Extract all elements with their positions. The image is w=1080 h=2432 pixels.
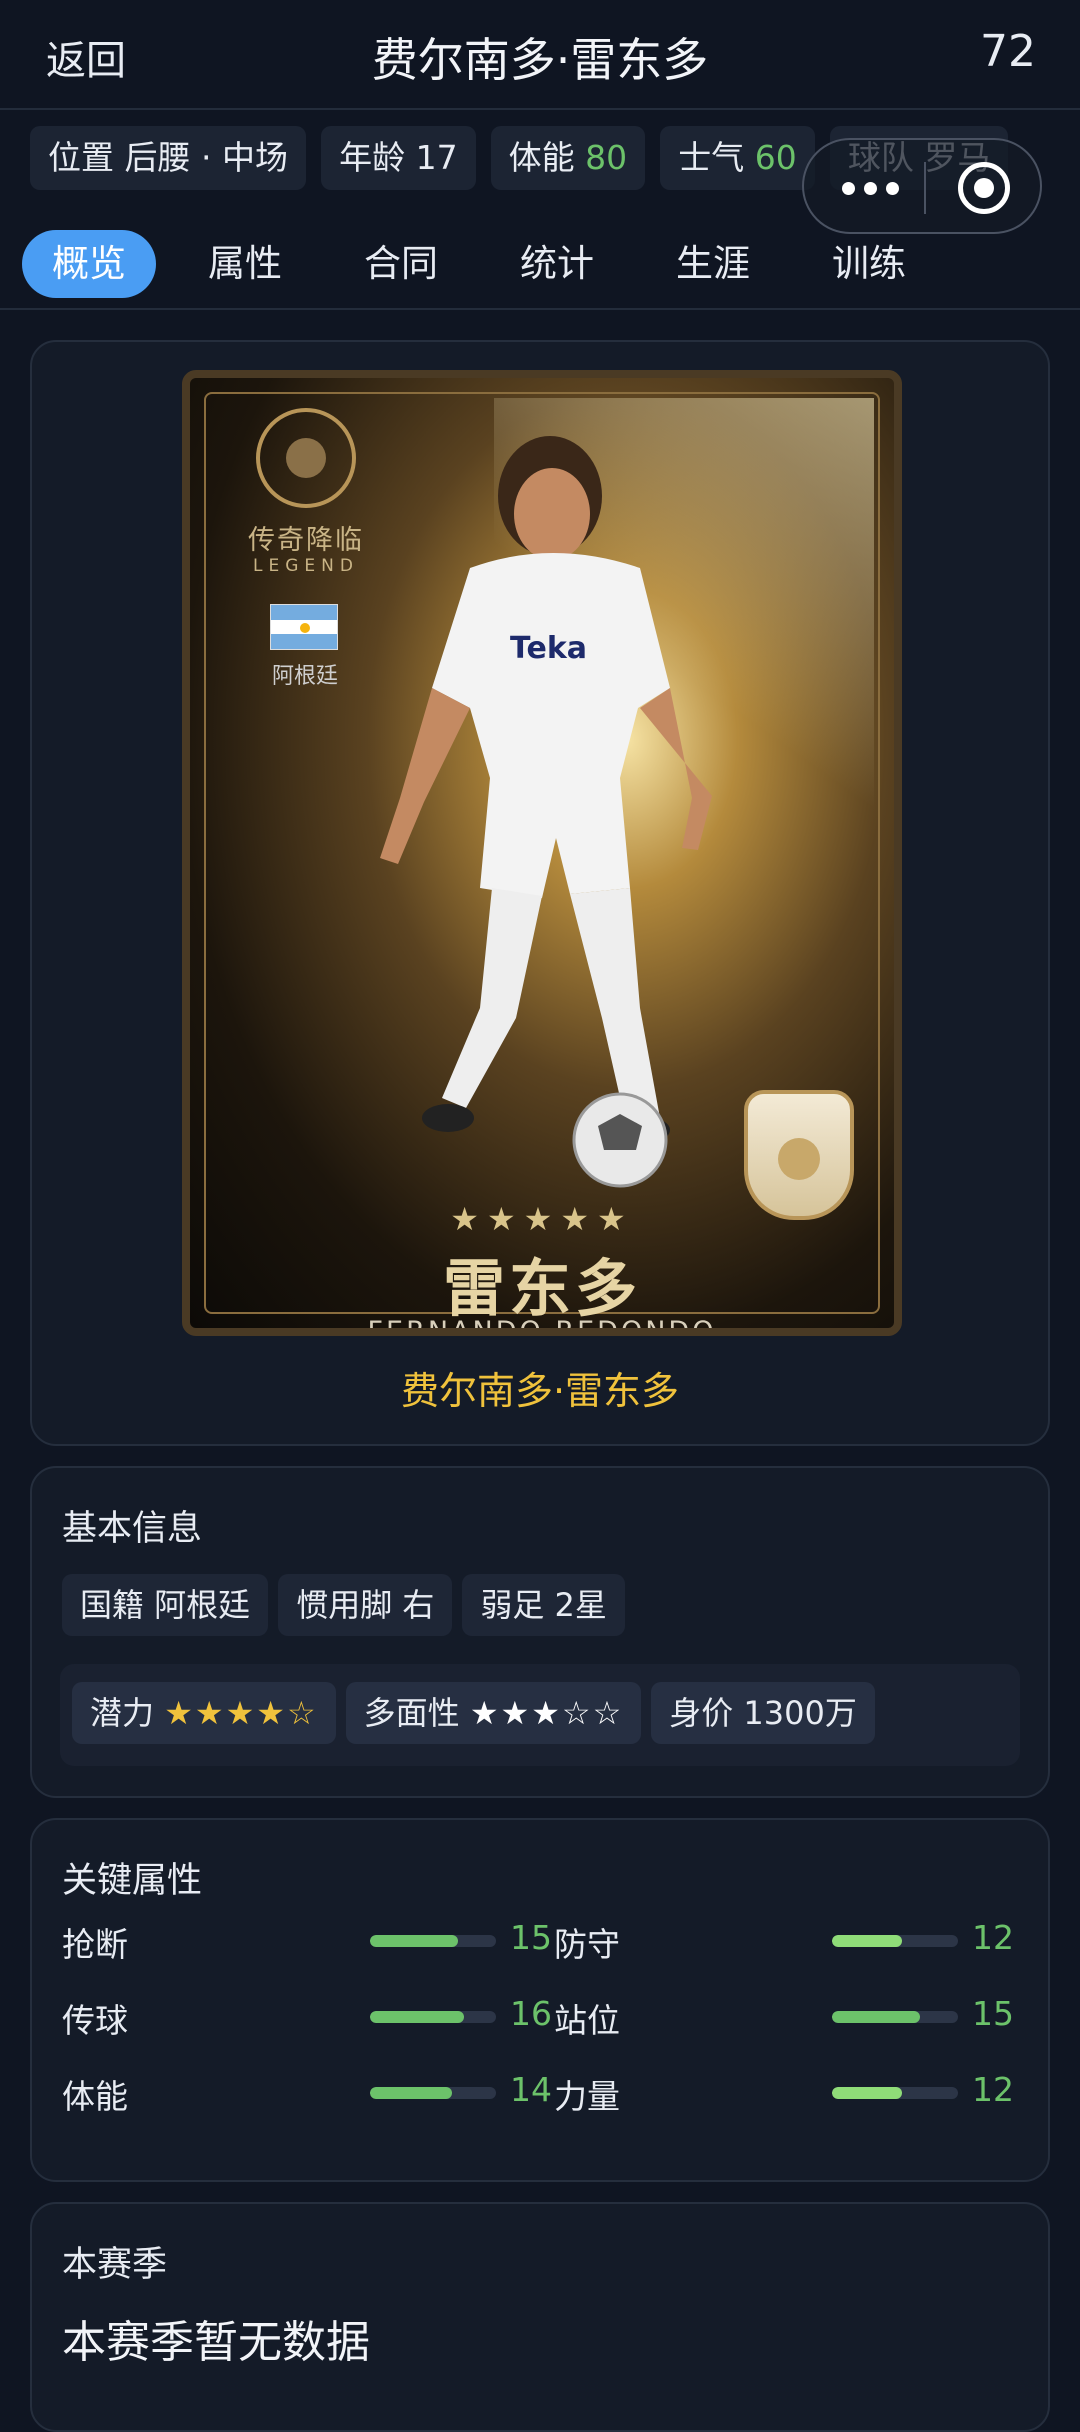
- potential-pill: 潜力 ★★★★☆: [72, 1682, 336, 1744]
- more-dots-icon[interactable]: [838, 168, 918, 208]
- attribute-row: 传球 16 站位 15: [62, 1994, 1022, 2044]
- attribute-name: 力量: [554, 2077, 620, 2116]
- target-core: [974, 178, 994, 198]
- attribute-name: 防守: [554, 1925, 620, 1964]
- card-name-en: FERNANDO REDONDO: [367, 1316, 717, 1336]
- close-target-icon[interactable]: [958, 162, 1010, 214]
- chip-value: 60: [754, 138, 797, 177]
- chip-label: 年龄: [339, 138, 406, 177]
- overall-rating: 72: [980, 26, 1036, 77]
- rating-subpanel: 潜力 ★★★★☆ 多面性 ★★★☆☆ 身价 1300万: [60, 1664, 1020, 1766]
- market-value-pill: 身价 1300万: [651, 1682, 875, 1744]
- chip-age: 年龄 17: [321, 126, 476, 190]
- attribute-value: 15: [972, 1994, 1014, 2033]
- chip-value: 80: [585, 138, 628, 177]
- attribute-bar-fill: [832, 2087, 902, 2099]
- attribute-name: 体能: [62, 2077, 128, 2116]
- attribute-bar-fill: [832, 2011, 920, 2023]
- attribute-bar-fill: [370, 1935, 458, 1947]
- nationality-pill: 国籍 阿根廷: [62, 1574, 269, 1636]
- basic-info-title: 基本信息: [62, 1509, 203, 1549]
- weak-foot-pill: 弱足 2星: [462, 1574, 625, 1636]
- chip-label: 士气: [678, 138, 745, 177]
- svg-text:Teka: Teka: [510, 631, 587, 666]
- card-name-cn: 雷东多: [442, 1252, 641, 1325]
- season-panel: 本赛季 本赛季暂无数据: [30, 2202, 1050, 2432]
- attribute-name: 站位: [554, 2001, 620, 2040]
- basic-info-pills: 国籍 阿根廷 惯用脚 右弱足 2星: [62, 1574, 635, 1636]
- season-title: 本赛季: [62, 2245, 168, 2285]
- potential-stars: ★★★★: [164, 1694, 287, 1732]
- top-bar: 返回 费尔南多·雷东多 72: [0, 0, 1080, 110]
- attribute-name: 传球: [62, 2001, 128, 2040]
- attribute-bar-track: [370, 2087, 496, 2099]
- versatility-stars-empty: ☆☆: [561, 1694, 624, 1732]
- tab-divider: [0, 308, 1080, 310]
- season-empty-message: 本赛季暂无数据: [62, 2317, 370, 2368]
- attribute-bar-fill: [370, 2087, 452, 2099]
- attribute-value: 14: [510, 2070, 552, 2109]
- basic-info-panel: 基本信息 国籍 阿根廷 惯用脚 右弱足 2星 潜力 ★★★★☆ 多面性 ★★★☆☆ 身…: [30, 1466, 1050, 1798]
- tab-career[interactable]: 生涯: [646, 230, 780, 298]
- attribute-bar-track: [832, 2011, 958, 2023]
- tab-stats[interactable]: 统计: [490, 230, 624, 298]
- attribute-bar-fill: [370, 2011, 464, 2023]
- preferred-foot-pill: 惯用脚 右: [278, 1574, 453, 1636]
- chip-label: 位置: [48, 138, 114, 177]
- chip-label: 体能: [508, 138, 575, 177]
- key-attributes-title: 关键属性: [62, 1861, 203, 1901]
- attribute-bar-track: [370, 2011, 496, 2023]
- player-name-caption: 费尔南多·雷东多: [400, 1369, 680, 1413]
- attribute-value: 12: [972, 1918, 1014, 1957]
- player-card-panel: 传奇降临 LEGEND 阿根廷 Teka ★★★★★ 雷东多 FERNANDO …: [30, 340, 1050, 1446]
- attribute-bar-fill: [832, 1935, 902, 1947]
- tab-training[interactable]: 训练: [802, 230, 936, 298]
- chip-morale: 士气 60: [660, 126, 815, 190]
- chip-position: 位置 后腰 · 中场: [30, 126, 306, 190]
- tab-contract[interactable]: 合同: [334, 230, 468, 298]
- player-figure: Teka: [380, 436, 712, 1188]
- attribute-value: 16: [510, 1994, 552, 2033]
- potential-label: 潜力: [90, 1694, 155, 1732]
- attribute-bar-track: [370, 1935, 496, 1947]
- miniprogram-capsule: [802, 138, 1042, 234]
- card-stars: ★★★★★: [450, 1200, 634, 1238]
- attribute-name: 抢断: [62, 1925, 128, 1964]
- versatility-stars: ★★★: [469, 1694, 562, 1732]
- tab-overview[interactable]: 概览: [22, 230, 156, 298]
- key-attributes-panel: 关键属性 抢断 15 防守 12 传球 16 站位 15 体能 14 力量 12: [30, 1818, 1050, 2182]
- chip-value: 后腰 · 中场: [124, 138, 288, 177]
- page-title: 费尔南多·雷东多: [371, 33, 709, 87]
- versatility-label: 多面性: [363, 1694, 460, 1732]
- chip-stamina: 体能 80: [490, 126, 646, 190]
- attribute-row: 抢断 15 防守 12: [62, 1918, 1022, 1968]
- potential-stars-empty: ☆: [286, 1694, 318, 1732]
- attribute-value: 12: [972, 2070, 1014, 2109]
- capsule-divider: [924, 162, 926, 214]
- attribute-bar-track: [832, 2087, 958, 2099]
- player-card-image: 传奇降临 LEGEND 阿根廷 Teka ★★★★★ 雷东多 FERNANDO …: [182, 370, 902, 1336]
- attribute-value: 15: [510, 1918, 552, 1957]
- versatility-pill: 多面性 ★★★☆☆: [345, 1682, 642, 1744]
- attribute-row: 体能 14 力量 12: [62, 2070, 1022, 2120]
- attribute-bar-track: [832, 1935, 958, 1947]
- tab-bar: 概览 属性 合同 统计 生涯 训练: [22, 230, 958, 300]
- tab-attributes[interactable]: 属性: [178, 230, 312, 298]
- chip-value: 17: [415, 138, 458, 177]
